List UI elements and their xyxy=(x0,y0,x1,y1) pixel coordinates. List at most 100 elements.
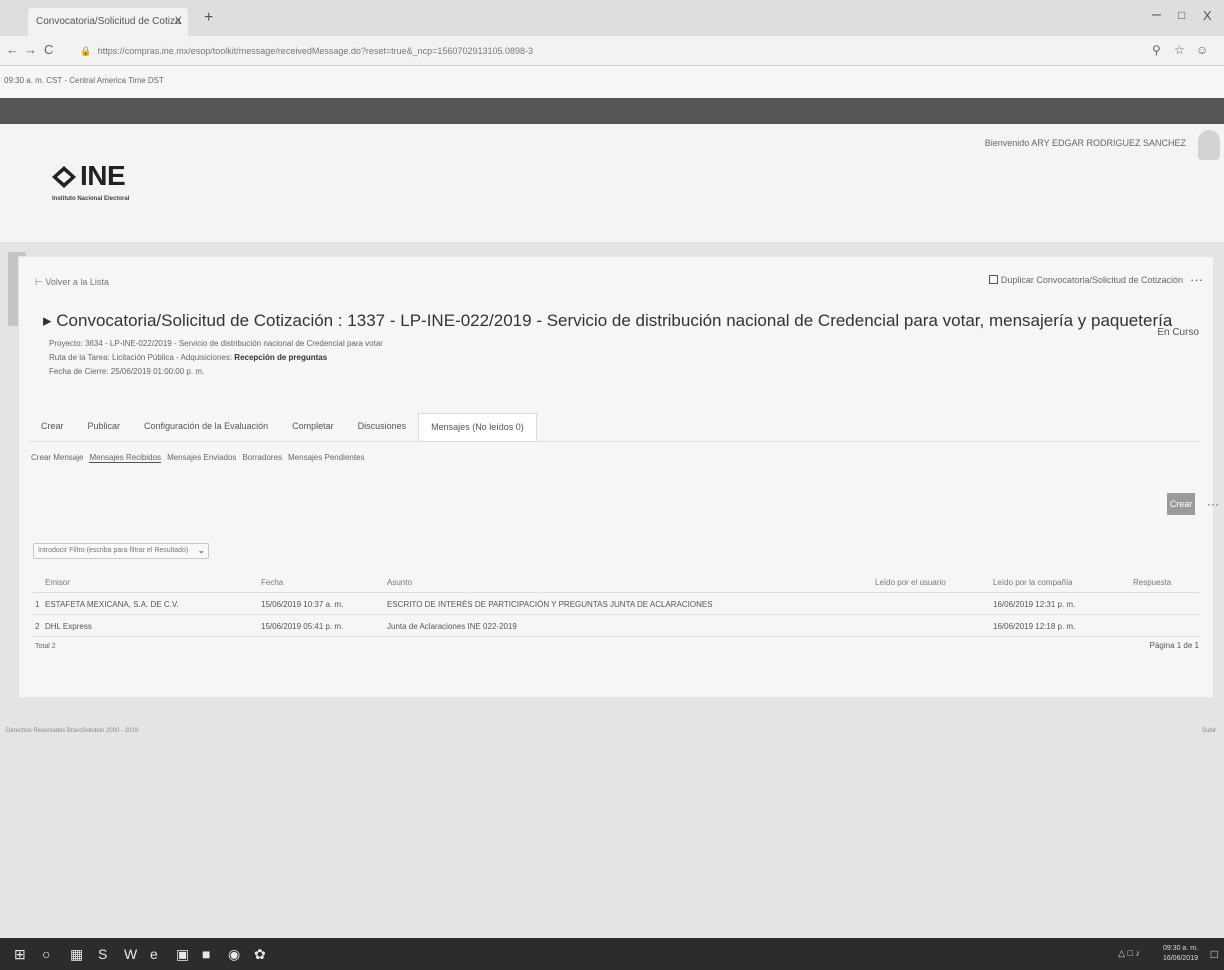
taskbar-clock[interactable]: 09:30 a. m. 16/06/2019 xyxy=(1163,944,1198,964)
create-more-button[interactable]: ··· xyxy=(1207,497,1219,511)
close-window-icon[interactable]: X xyxy=(1203,8,1212,23)
tab-publicar[interactable]: Publicar xyxy=(76,413,133,441)
row-subject-link[interactable]: Junta de Aclaraciones INE 022-2019 xyxy=(387,622,517,631)
close-tab-icon[interactable]: X xyxy=(175,15,182,27)
tab-mensajes[interactable]: Mensajes (No leídos 0) xyxy=(418,413,537,442)
edge-icon[interactable]: e xyxy=(150,946,158,962)
back-arrow-icon[interactable]: ← xyxy=(6,42,19,57)
main-tabs: Crear Publicar Configuración de la Evalu… xyxy=(29,413,537,442)
address-bar: ← → C 🔒 https://compras.ine.mx/esop/tool… xyxy=(0,36,1224,66)
reload-icon[interactable]: C xyxy=(44,42,53,57)
chevron-down-icon: ⌄ xyxy=(197,545,205,555)
page-title: ▸ Convocatoria/Solicitud de Cotización :… xyxy=(43,311,1173,330)
row-date: 15/06/2019 10:37 a. m. xyxy=(261,600,344,609)
lock-icon: 🔒 xyxy=(80,46,92,56)
back-to-top-link[interactable]: Subir xyxy=(1202,728,1216,734)
site-header: Bienvenido ARY EDGAR RODRIGUEZ SANCHEZ I… xyxy=(0,124,1224,242)
top-dark-bar xyxy=(0,98,1224,124)
pagination[interactable]: Página 1 de 1 xyxy=(1150,641,1199,650)
column-header-subject[interactable]: Asunto xyxy=(387,578,412,587)
column-header-date[interactable]: Fecha xyxy=(261,578,283,587)
url-text: https://compras.ine.mx/esop/toolkit/mess… xyxy=(97,46,534,56)
row-read-by-company: 16/06/2019 12:18 p. m. xyxy=(993,622,1076,631)
forward-arrow-icon[interactable]: → xyxy=(24,42,37,57)
word-icon[interactable]: W xyxy=(124,946,137,962)
ine-logo: INE Instituto Nacional Electoral xyxy=(46,158,186,214)
back-to-list-link[interactable]: ⊢ Volver a la Lista xyxy=(35,277,109,288)
subtab-crear-mensaje[interactable]: Crear Mensaje xyxy=(31,453,83,463)
more-options-button[interactable]: ··· xyxy=(1190,272,1203,287)
row-read-by-company: 16/06/2019 12:31 p. m. xyxy=(993,600,1076,609)
page-title-text: Convocatoria/Solicitud de Cotización : 1… xyxy=(56,311,1173,330)
subtab-mensajes-recibidos[interactable]: Mensajes Recibidos xyxy=(89,453,162,463)
app-icon[interactable]: ✿ xyxy=(254,946,266,963)
chrome-icon[interactable]: ◉ xyxy=(228,946,240,963)
deadline-line: Fecha de Cierre: 25/06/2019 01:00:00 p. … xyxy=(49,367,205,376)
browser-tab[interactable]: Convocatoria/Solicitud de Cotiza X xyxy=(28,8,188,36)
row-sender: ESTAFETA MEXICANA, S.A. DE C.V. xyxy=(45,600,179,609)
windows-taskbar: ⊞ ○ ▦ S W e ▣ ■ ◉ ✿ △ □ ♪ 09:30 a. m. 16… xyxy=(0,938,1224,970)
system-tray-icons[interactable]: △ □ ♪ xyxy=(1118,948,1140,959)
tab-discusiones[interactable]: Discusiones xyxy=(346,413,419,441)
project-line: Proyecto: 3634 - LP-INE-022/2019 - Servi… xyxy=(49,339,383,348)
duplicate-icon xyxy=(988,275,998,284)
column-header-read-by-company[interactable]: Leído por la compañía xyxy=(993,578,1073,587)
subtab-borradores[interactable]: Borradores xyxy=(242,453,282,463)
clock-date: 16/06/2019 xyxy=(1162,955,1198,962)
welcome-text: Bienvenido ARY EDGAR RODRIGUEZ SANCHEZ xyxy=(984,138,1186,148)
back-link-label: Volver a la Lista xyxy=(45,277,109,287)
duplicate-label: Duplicar Convocatoria/Solicitud de Cotiz… xyxy=(1000,275,1183,285)
star-icon[interactable]: ☆ xyxy=(1174,43,1185,57)
footer-text: Derechos Reservados BravoSolution 2000 -… xyxy=(6,728,139,734)
timezone-text: 09:30 a. m. CST - Central America Time D… xyxy=(4,76,164,85)
tab-divider xyxy=(29,441,1199,442)
table-row[interactable]: 1 ESTAFETA MEXICANA, S.A. DE C.V. 15/06/… xyxy=(33,593,1199,615)
title-block: ▸ Convocatoria/Solicitud de Cotización :… xyxy=(43,311,1173,331)
zoom-icon[interactable]: ⚲ xyxy=(1152,43,1161,57)
subtab-mensajes-pendientes[interactable]: Mensajes Pendientes xyxy=(288,453,365,463)
create-message-button[interactable]: Crear xyxy=(1167,493,1195,515)
skype-icon[interactable]: S xyxy=(98,946,107,962)
status-badge: En Curso xyxy=(1157,327,1199,338)
tab-configuracion[interactable]: Configuración de la Evaluación xyxy=(132,413,280,441)
minimize-window-icon[interactable]: – xyxy=(1152,6,1161,24)
table-header-row: Emisor Fecha Asunto Leído por el usuario… xyxy=(33,571,1199,593)
subtab-mensajes-enviados[interactable]: Mensajes Enviados xyxy=(167,453,236,463)
page-footer: Derechos Reservados BravoSolution 2000 -… xyxy=(0,726,1224,740)
profile-icon[interactable]: ☺ xyxy=(1196,43,1208,57)
tab-crear[interactable]: Crear xyxy=(29,413,76,441)
logo-subtitle: Instituto Nacional Electoral xyxy=(52,196,130,202)
ine-logo-mark-icon xyxy=(52,166,76,188)
browser-tab-title: Convocatoria/Solicitud de Cotiza xyxy=(36,16,181,27)
user-avatar[interactable] xyxy=(1198,130,1220,160)
windows-start-icon[interactable]: ⊞ xyxy=(14,946,26,963)
route-line: Ruta de la Tarea: Licitación Pública - A… xyxy=(49,353,327,362)
tab-completar[interactable]: Completar xyxy=(280,413,346,441)
table-row[interactable]: 2 DHL Express 15/06/2019 05:41 p. m. Jun… xyxy=(33,615,1199,637)
column-header-read-by-user[interactable]: Leído por el usuario xyxy=(875,578,946,587)
duplicate-button[interactable]: Duplicar Convocatoria/Solicitud de Cotiz… xyxy=(988,275,1183,285)
message-subtabs: Crear Mensaje Mensajes Recibidos Mensaje… xyxy=(31,453,371,463)
browser-tab-bar: Convocatoria/Solicitud de Cotiza X + – □… xyxy=(0,0,1224,36)
timezone-strip: 09:30 a. m. CST - Central America Time D… xyxy=(0,66,1224,98)
new-tab-button[interactable]: + xyxy=(204,9,213,27)
task-view-icon[interactable]: ▦ xyxy=(70,946,83,963)
table-total: Total 2 xyxy=(35,643,56,650)
file-explorer-icon[interactable]: ■ xyxy=(202,946,210,962)
clock-time: 09:30 a. m. xyxy=(1162,945,1198,952)
maximize-window-icon[interactable]: □ xyxy=(1178,8,1185,22)
messages-table: Emisor Fecha Asunto Leído por el usuario… xyxy=(33,571,1199,637)
main-card: ⊢ Volver a la Lista Duplicar Convocatori… xyxy=(18,256,1219,698)
row-sender: DHL Express xyxy=(45,622,92,631)
url-input[interactable]: 🔒 https://compras.ine.mx/esop/toolkit/me… xyxy=(72,41,1132,61)
notification-icon[interactable]: □ xyxy=(1211,947,1218,961)
column-header-sender[interactable]: Emisor xyxy=(45,578,70,587)
row-subject-link[interactable]: ESCRITO DE INTERÉS DE PARTICIPACIÓN Y PR… xyxy=(387,600,713,609)
column-header-answer[interactable]: Respuesta xyxy=(1133,578,1171,587)
search-icon[interactable]: ○ xyxy=(42,946,50,962)
row-date: 15/06/2019 05:41 p. m. xyxy=(261,622,344,631)
row-index: 2 xyxy=(35,622,40,631)
route-current-step: Recepción de preguntas xyxy=(234,353,328,362)
store-icon[interactable]: ▣ xyxy=(176,946,189,963)
filter-select[interactable]: Introducir Filtro (escriba para filtrar … xyxy=(33,543,209,559)
